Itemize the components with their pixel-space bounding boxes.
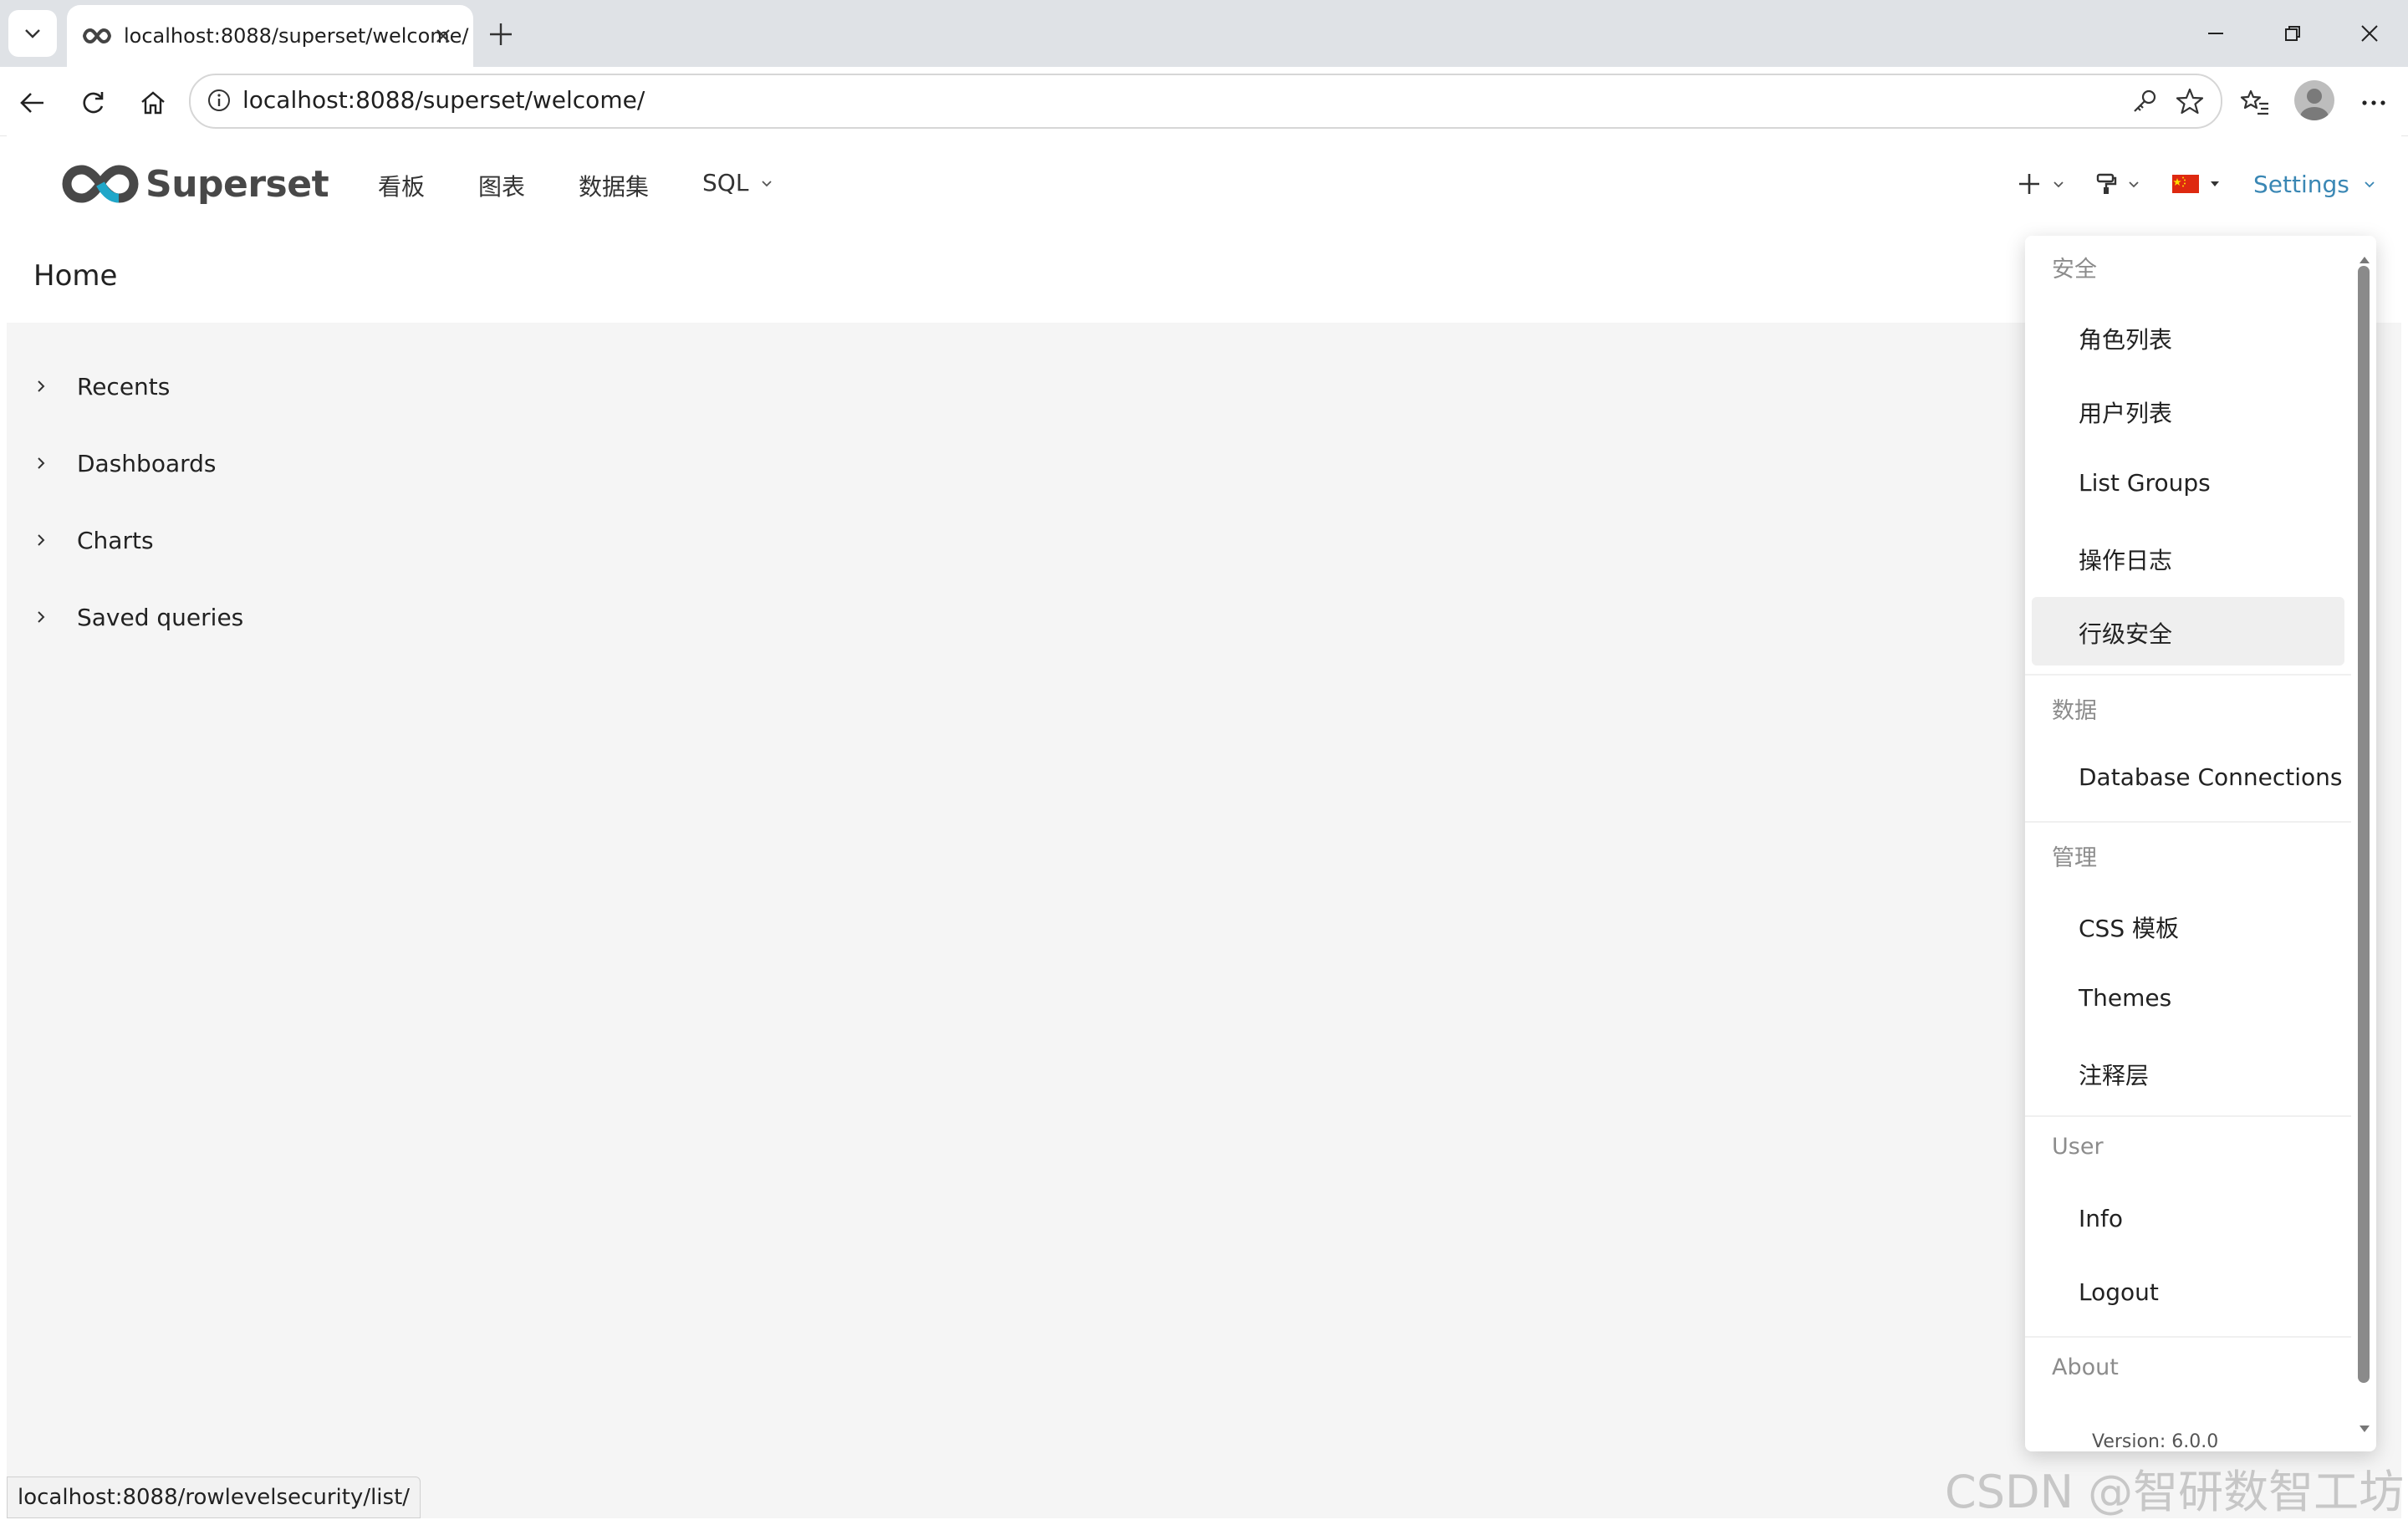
section-label: Dashboards	[77, 449, 217, 477]
menu-item-roles[interactable]: 角色列表	[2032, 303, 2344, 371]
language-menu-button[interactable]	[2172, 167, 2221, 201]
address-bar[interactable]: localhost:8088/superset/welcome/	[189, 74, 2222, 129]
china-flag-icon	[2172, 175, 2199, 193]
menu-item-list-groups[interactable]: List Groups	[2032, 450, 2344, 518]
section-label: Saved queries	[77, 603, 244, 631]
app-header: Superset 看板 图表 数据集 SQL Settings	[7, 134, 2401, 235]
chevron-right-icon	[33, 456, 67, 471]
section-saved-queries[interactable]: Saved queries	[33, 599, 243, 635]
restore-button[interactable]	[2266, 12, 2319, 55]
menu-divider	[2025, 1115, 2351, 1117]
restore-icon	[2285, 26, 2300, 41]
tab-title: localhost:8088/superset/welcome/	[124, 24, 469, 48]
menu-charts[interactable]: 图表	[478, 169, 525, 202]
chevron-down-icon	[762, 180, 773, 186]
home-icon	[141, 91, 165, 115]
format-painter-icon	[2096, 173, 2117, 194]
minimize-button[interactable]	[2189, 12, 2242, 55]
scrollbar-thumb[interactable]	[2358, 266, 2370, 1383]
menu-item-info[interactable]: Info	[2032, 1186, 2344, 1254]
watermark: CSDN @智研数智工坊	[1945, 1466, 2405, 1518]
chevron-right-icon	[33, 379, 67, 394]
group-title-manage: 管理	[2052, 845, 2097, 871]
favorites-icon	[2240, 89, 2268, 115]
menu-sql[interactable]: SQL	[702, 169, 773, 196]
group-title-about: About	[2052, 1354, 2119, 1380]
settings-menu-button[interactable]: Settings	[2253, 167, 2376, 201]
section-label: Charts	[77, 526, 154, 554]
settings-dropdown: 安全 角色列表 用户列表 List Groups 操作日志 行级安全 数据 Da…	[2025, 236, 2376, 1451]
menu-label: 数据集	[579, 173, 650, 201]
superset-favicon-icon	[82, 21, 112, 51]
close-icon	[2361, 25, 2378, 42]
arrow-left-icon	[20, 93, 43, 113]
menu-item-themes[interactable]: Themes	[2032, 965, 2344, 1033]
chevron-down-icon	[2053, 181, 2064, 188]
menu-divider	[2025, 821, 2351, 823]
plus-icon	[2019, 174, 2039, 194]
menu-item-users[interactable]: 用户列表	[2032, 376, 2344, 445]
reload-button[interactable]	[72, 82, 114, 124]
key-icon[interactable]	[2127, 84, 2162, 119]
menu-item-annotation-layers[interactable]: 注释层	[2032, 1038, 2344, 1107]
site-info-icon[interactable]	[202, 84, 236, 117]
section-charts[interactable]: Charts	[33, 522, 154, 558]
menu-label: 看板	[378, 173, 426, 201]
back-button[interactable]	[12, 82, 54, 124]
page-title: Home	[33, 259, 118, 293]
plus-icon	[490, 23, 512, 45]
menu-label: SQL	[702, 169, 749, 196]
star-icon[interactable]	[2172, 84, 2207, 119]
favorites-button[interactable]	[2234, 82, 2276, 124]
link-status-bar: localhost:8088/rowlevelsecurity/list/	[7, 1477, 421, 1518]
menu-item-action-log[interactable]: 操作日志	[2032, 523, 2344, 592]
caret-down-icon	[2211, 181, 2219, 186]
new-menu-button[interactable]	[2017, 167, 2065, 201]
browser-tab-strip: localhost:8088/superset/welcome/	[0, 0, 2408, 67]
group-title-security: 安全	[2052, 257, 2097, 283]
brand-name: Superset	[145, 162, 329, 206]
brand-logo[interactable]: Superset	[62, 157, 329, 211]
browser-tab[interactable]: localhost:8088/superset/welcome/	[67, 5, 473, 67]
menu-dashboards[interactable]: 看板	[378, 169, 425, 202]
chevron-down-icon	[2129, 181, 2139, 188]
menu-item-database-connections[interactable]: Database Connections	[2032, 744, 2344, 813]
chevron-right-icon	[33, 609, 67, 625]
new-tab-button[interactable]	[482, 15, 520, 54]
menu-label: 图表	[478, 173, 526, 201]
profile-avatar[interactable]	[2294, 80, 2334, 120]
version-text: Version: 6.0.0	[2092, 1431, 2219, 1451]
menu-divider	[2025, 1336, 2351, 1338]
reload-icon	[83, 92, 104, 114]
chevron-down-icon	[2365, 181, 2375, 188]
section-recents[interactable]: Recents	[33, 368, 170, 405]
minimize-icon	[2208, 33, 2223, 34]
tab-search-button[interactable]	[8, 10, 57, 57]
user-icon	[2300, 89, 2329, 120]
settings-label: Settings	[2253, 170, 2349, 198]
tab-close-icon[interactable]	[426, 19, 460, 53]
menu-item-logout[interactable]: Logout	[2032, 1259, 2344, 1328]
home-button[interactable]	[132, 82, 174, 124]
address-url: localhost:8088/superset/welcome/	[242, 86, 645, 114]
section-label: Recents	[77, 372, 171, 400]
menu-item-css-templates[interactable]: CSS 模板	[2032, 891, 2344, 960]
group-title-user: User	[2052, 1134, 2104, 1160]
menu-divider	[2025, 674, 2351, 676]
section-dashboards[interactable]: Dashboards	[33, 445, 217, 482]
chevron-down-icon	[25, 29, 40, 38]
close-window-button[interactable]	[2343, 12, 2396, 55]
browser-toolbar: localhost:8088/superset/welcome/	[0, 67, 2408, 136]
theme-menu-button[interactable]	[2094, 167, 2140, 201]
browser-menu-button[interactable]	[2353, 82, 2395, 124]
menu-item-row-level-security[interactable]: 行级安全	[2032, 597, 2344, 666]
menu-datasets[interactable]: 数据集	[579, 169, 649, 202]
scroll-up-arrow-icon	[2360, 257, 2370, 263]
more-horizontal-icon	[2362, 100, 2385, 105]
scroll-down-arrow-icon	[2360, 1426, 2370, 1432]
group-title-data: 数据	[2052, 698, 2097, 724]
superset-logo-icon	[62, 165, 139, 203]
chevron-right-icon	[33, 533, 67, 548]
